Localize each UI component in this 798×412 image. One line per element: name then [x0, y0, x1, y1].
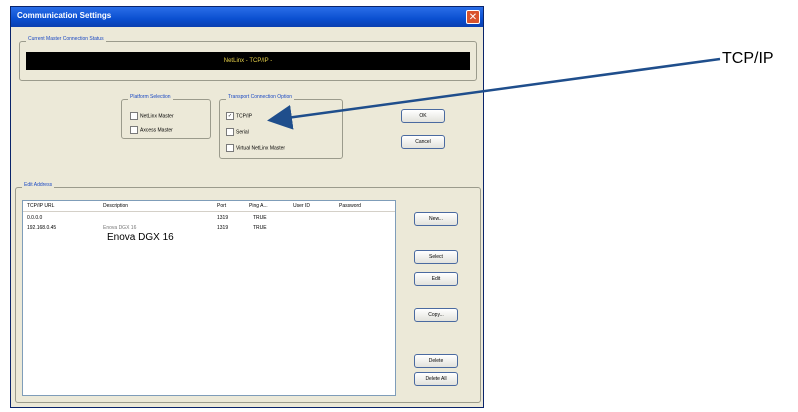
column-header-url[interactable]: TCP/IP URL: [27, 203, 54, 209]
tcpip-option[interactable]: ✓ TCP/IP: [226, 112, 252, 120]
connection-group: Transport Connection Option ✓ TCP/IP Seri…: [219, 94, 343, 159]
checked-icon: ✓: [226, 112, 234, 120]
row2-port: 1319: [217, 225, 229, 231]
dialog-title: Communication Settings: [17, 11, 112, 20]
axcess-master-radio[interactable]: Axcess Master: [130, 126, 173, 134]
row1-url[interactable]: 0.0.0.0: [27, 215, 42, 221]
delete-all-button[interactable]: Delete All: [414, 372, 458, 386]
row1-port: 1319: [217, 215, 229, 221]
netlinx-master-radio[interactable]: NetLinx Master: [130, 112, 174, 120]
ok-button[interactable]: OK: [401, 109, 445, 123]
address-list[interactable]: TCP/IP URL Description Port Ping A... Us…: [22, 200, 396, 396]
checkbox-icon: [226, 128, 234, 136]
checkbox-icon: [226, 144, 234, 152]
row2-url[interactable]: 192.168.0.45: [27, 225, 56, 231]
virtual-master-option[interactable]: Virtual NetLinx Master: [226, 144, 285, 152]
radio-icon: [130, 112, 138, 120]
radio-icon: [130, 126, 138, 134]
row2-description: Enova DGX 16: [103, 225, 137, 231]
description-overlay-label: Enova DGX 16: [107, 232, 174, 243]
close-icon[interactable]: ✕: [466, 10, 480, 24]
row1-ping: TRUE: [253, 215, 267, 221]
copy-button[interactable]: Copy...: [414, 308, 458, 322]
address-group: Edit Address TCP/IP URL Description Port…: [15, 182, 481, 403]
cancel-button[interactable]: Cancel: [401, 135, 445, 149]
platform-group-label: Platform Selection: [128, 94, 173, 100]
connection-status-display: NetLinx - TCP/IP -: [26, 52, 470, 70]
delete-button[interactable]: Delete: [414, 354, 458, 368]
connection-group-label: Transport Connection Option: [226, 94, 295, 100]
column-header-port[interactable]: Port: [217, 203, 226, 209]
header-divider: [23, 211, 395, 212]
title-bar: Communication Settings ✕: [11, 7, 483, 27]
platform-group: Platform Selection NetLinx Master Axcess…: [121, 94, 211, 139]
communication-settings-dialog: Communication Settings ✕ Current Master …: [10, 6, 484, 408]
column-header-user[interactable]: User ID: [293, 203, 310, 209]
column-header-password[interactable]: Password: [339, 203, 361, 209]
column-header-description[interactable]: Description: [103, 203, 128, 209]
row2-ping: TRUE: [253, 225, 267, 231]
status-group-label: Current Master Connection Status: [26, 36, 106, 42]
select-button[interactable]: Select: [414, 250, 458, 264]
serial-option[interactable]: Serial: [226, 128, 249, 136]
tcpip-callout-label: TCP/IP: [722, 50, 774, 67]
new-button[interactable]: New...: [414, 212, 458, 226]
column-header-ping[interactable]: Ping A...: [249, 203, 268, 209]
edit-button[interactable]: Edit: [414, 272, 458, 286]
status-group: Current Master Connection Status NetLinx…: [19, 36, 477, 81]
address-group-label: Edit Address: [22, 182, 55, 188]
